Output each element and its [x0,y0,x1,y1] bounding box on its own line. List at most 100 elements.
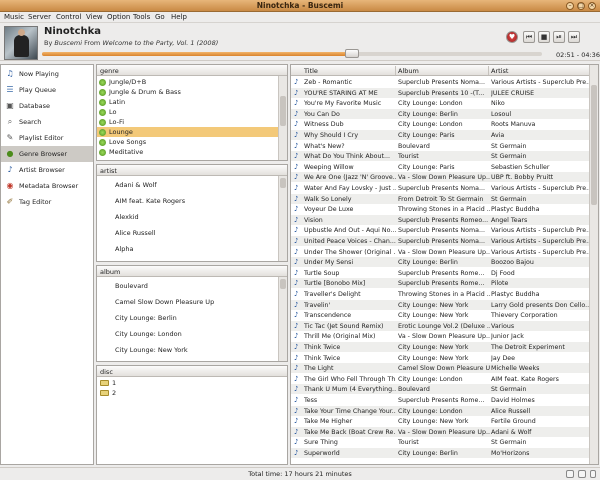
menu-view[interactable]: View [86,13,103,21]
sidebar-item-tag-editor[interactable]: ✐ Tag Editor [1,194,93,210]
table-row[interactable]: ♪ The Light Camel Slow Down Pleasure Up Mic… [291,363,591,374]
artist-item[interactable]: Alice Russell [97,228,278,238]
disc-item[interactable]: 1 [97,378,278,388]
album-item[interactable]: City Lounge: New York [97,345,278,355]
seek-bar-handle[interactable] [345,49,359,58]
table-row[interactable]: ♪ Walk So Lonely From Detroit To St Germai… [291,193,591,204]
artist-header[interactable]: artist [97,165,287,176]
artist-scrollbar[interactable] [278,176,287,261]
sidebar-item-genre-browser[interactable]: ● Genre Browser [1,146,93,162]
table-row[interactable]: ♪ Travelin' City Lounge: New York Larry Gol… [291,299,591,310]
genre-item[interactable]: Love Songs [97,137,278,147]
genre-item[interactable]: Meditative [97,147,278,157]
album-header[interactable]: album [97,266,287,277]
menu-option[interactable]: Option [107,13,130,21]
table-row[interactable]: ♪ Take Your Time Change Your... City Loung… [291,405,591,416]
album-scrollbar[interactable] [278,277,287,361]
album-item[interactable]: City Lounge: Berlin [97,313,278,323]
table-row[interactable]: ♪ Weeping Willow City Lounge: Paris Sebasti… [291,162,591,172]
genre-scrollbar[interactable] [278,76,287,160]
close-icon[interactable]: × [588,2,596,10]
maximize-icon[interactable]: □ [577,2,585,10]
artist-item[interactable]: Adani & Wolf [97,180,278,190]
disc-header[interactable]: disc [97,366,287,377]
column-album[interactable]: Album [398,67,419,75]
album-item[interactable]: City Lounge: London [97,329,278,339]
next-button[interactable]: ⏭ [568,31,580,43]
genre-header[interactable]: genre [97,65,287,76]
table-row[interactable]: ♪ Witness Dub City Lounge: London Roots Man… [291,119,591,129]
scrollbar-thumb[interactable] [280,279,286,289]
table-row[interactable]: ♪ The Girl Who Fell Through Th... City Lou… [291,374,591,384]
table-row[interactable]: ♪ Tess Superclub Presents Rome... David Hol… [291,395,591,405]
menu-server[interactable]: Server [28,13,51,21]
genre-item[interactable]: Lo [97,107,278,117]
table-row[interactable]: ♪ Tic Tac (Jet Sound Remix) Erotic Lounge … [291,320,591,331]
prev-button[interactable]: ⏮ [523,31,535,43]
scrollbar-thumb[interactable] [280,96,286,126]
sidebar-item-play-queue[interactable]: ☰ Play Queue [1,82,93,98]
album-item[interactable]: Boulevard [97,281,278,291]
table-row[interactable]: ♪ Turtle [Bonobo Mix] Superclub Presents R… [291,278,591,289]
table-row[interactable]: ♪ Transcendence City Lounge: New York Thiev… [291,310,591,320]
genre-item[interactable]: Latin [97,97,278,107]
minimize-icon[interactable]: – [566,2,574,10]
table-row[interactable]: ♪ Voyeur De Luxe Throwing Stones in a Plac… [291,204,591,214]
stop-button[interactable]: ■ [538,31,550,43]
table-row[interactable]: ♪ Think Twice City Lounge: New York Jay Dee [291,353,591,363]
genre-item-selected[interactable]: Lounge [97,127,278,137]
table-row[interactable]: ♪ You Can Do City Lounge: Berlin Losoul [291,108,591,119]
repeat-icon[interactable] [578,470,586,478]
table-row[interactable]: ♪ Take Me Higher City Lounge: New York Fert… [291,416,591,426]
sidebar-item-artist-browser[interactable]: ♪ Artist Browser [1,162,93,178]
table-row[interactable]: ♪ We Are One (Jazz 'N' Groove... Va - Slow… [291,172,591,183]
table-row[interactable]: ♪ Take Me Back (Boat Crew Re... Va - Slow … [291,426,591,437]
column-artist[interactable]: Artist [491,67,508,75]
tray-icon[interactable] [566,470,574,478]
table-row[interactable]: ♪ Why Should I Cry City Lounge: Paris Avia [291,130,591,140]
table-row[interactable]: ♪ You're My Favorite Music City Lounge: Lo… [291,98,591,108]
table-row[interactable]: ♪ Thrill Me (Original Mix) Va - Slow Down … [291,331,591,341]
seek-bar[interactable] [42,49,542,58]
table-row[interactable]: ♪ Superworld City Lounge: Berlin Mo'Horizon… [291,448,591,458]
table-row[interactable]: ♪ Sure Thing Tourist St Germain [291,437,591,447]
love-icon[interactable]: ♥ [506,31,518,43]
disc-item[interactable]: 2 [97,388,278,398]
menu-control[interactable]: Control [56,13,81,21]
grip-icon[interactable] [590,470,596,478]
genre-item[interactable]: Lo-Fi [97,117,278,127]
scrollbar-thumb[interactable] [591,85,597,205]
artist-item[interactable]: Alpha [97,244,278,254]
menu-go[interactable]: Go [155,13,165,21]
table-row[interactable]: ♪ What Do You Think About... Tourist St Ger… [291,151,591,162]
sidebar-item-search[interactable]: ⌕ Search [1,114,93,130]
table-row[interactable]: ♪ Traveller's Delight Throwing Stones in a… [291,289,591,299]
artist-item[interactable]: AIM feat. Kate Rogers [97,196,278,206]
menu-tools[interactable]: Tools [133,13,150,21]
menu-music[interactable]: Music [4,13,24,21]
table-row[interactable]: ♪ Zeb - Romantic Superclub Presents Noma..… [291,77,591,87]
table-row[interactable]: ♪ Water And Fay Lovsky - Just ... Superclu… [291,183,591,193]
table-row[interactable]: ♪ Thank U Mum (4 Everything... Boulevard St… [291,384,591,395]
table-row[interactable]: ♪ Under My Sensi City Lounge: Berlin Boozoo… [291,257,591,268]
menu-help[interactable]: Help [171,13,187,21]
play-pause-button[interactable]: ⏯ [553,31,565,43]
genre-item[interactable]: Jungle & Drum & Bass [97,87,278,97]
sidebar-item-database[interactable]: ▣ Database [1,98,93,114]
table-row[interactable]: ♪ What's New? Boulevard St Germain [291,141,591,151]
genre-item[interactable]: Jungle/D+B [97,77,278,87]
sidebar-item-now-playing[interactable]: ♫ Now Playing [1,66,93,82]
table-row[interactable]: ♪ Upbustle And Out - Aqui No... Superclub … [291,225,591,235]
track-list-scrollbar[interactable] [589,65,598,464]
artist-item[interactable]: Alexkid [97,212,278,222]
table-row[interactable]: ♪ Turtle Soup Superclub Presents Rome... Dj… [291,268,591,278]
table-row[interactable]: ♪ United Peace Voices - Chan... Superclub … [291,236,591,246]
scrollbar-thumb[interactable] [280,178,286,188]
table-row[interactable]: ♪ YOU'RE STARING AT ME Superclub Presents … [291,87,591,98]
table-row[interactable]: ♪ Under The Shower (Original ... Va - Slow… [291,247,591,257]
sidebar-item-metadata-browser[interactable]: ◉ Metadata Browser [1,178,93,194]
table-row[interactable]: ♪ Vision Superclub Presents Romeo... Angel … [291,214,591,225]
column-title[interactable]: Title [304,67,318,75]
album-item[interactable]: Camel Slow Down Pleasure Up [97,297,278,307]
table-row[interactable]: ♪ Think Twice City Lounge: New York The Det… [291,342,591,352]
